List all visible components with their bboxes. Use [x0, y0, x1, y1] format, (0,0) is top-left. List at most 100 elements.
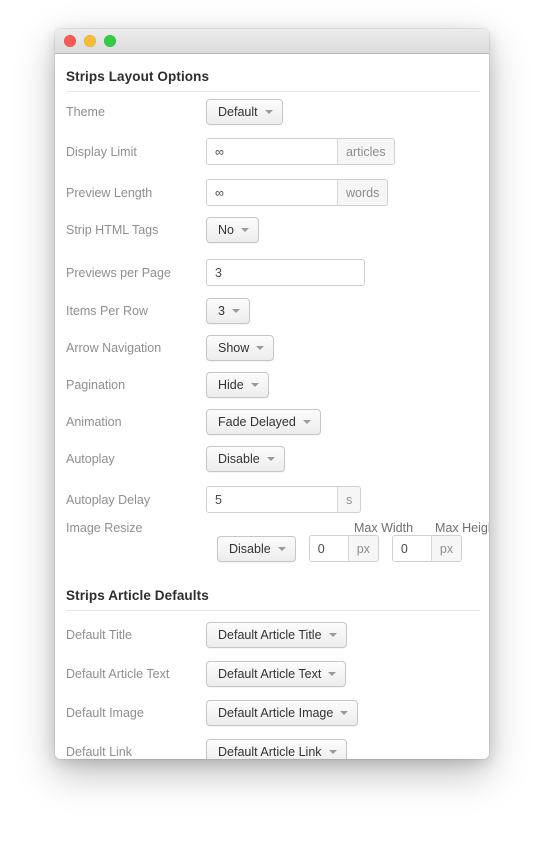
select-default-link-value: Default Article Link [218, 744, 322, 759]
input-group-autoplay-delay: 5 s [206, 486, 362, 513]
label-default-title: Default Title [66, 627, 133, 642]
label-autoplay-delay: Autoplay Delay [66, 492, 151, 507]
select-theme[interactable]: Default [206, 98, 283, 125]
row-default-title: Default Title Default Article Title [55, 619, 489, 650]
settings-content: Strips Layout Options Theme Default Disp… [55, 54, 489, 759]
select-pagination[interactable]: Hide [206, 371, 269, 398]
input-group-max-width: 0 px [308, 535, 379, 562]
minimize-window-icon[interactable] [84, 35, 96, 47]
label-pagination: Pagination [66, 377, 126, 392]
chevron-down-icon [256, 345, 265, 350]
section-divider-defaults [66, 610, 480, 611]
chevron-down-icon [240, 227, 249, 232]
window-titlebar [55, 29, 489, 54]
label-previews-per-page: Previews per Page [66, 265, 171, 280]
select-items-per-row[interactable]: 3 [206, 297, 250, 324]
input-display-limit[interactable]: ∞ [207, 139, 337, 164]
select-theme-value: Default [218, 104, 258, 119]
chevron-down-icon [302, 419, 311, 424]
select-arrow-navigation[interactable]: Show [206, 334, 275, 361]
label-max-height: Max Height [435, 521, 489, 535]
row-arrow-navigation: Arrow Navigation Show [55, 332, 489, 363]
label-theme: Theme [66, 104, 105, 119]
chevron-down-icon [266, 456, 275, 461]
select-image-resize-value: Disable [229, 541, 271, 556]
label-autoplay: Autoplay [66, 451, 115, 466]
select-animation[interactable]: Fade Delayed [206, 408, 321, 435]
row-default-article-text: Default Article Text Default Article Tex… [55, 658, 489, 689]
label-default-article-text: Default Article Text [66, 666, 170, 681]
input-max-height[interactable]: 0 [392, 536, 431, 561]
row-default-link: Default Link Default Article Link [55, 736, 489, 759]
select-animation-value: Fade Delayed [218, 414, 296, 429]
row-default-image: Default Image Default Article Image [55, 697, 489, 728]
select-items-per-row-value: 3 [218, 303, 225, 318]
close-window-icon[interactable] [64, 35, 76, 47]
chevron-down-icon [264, 109, 273, 114]
row-previews-per-page: Previews per Page 3 [55, 257, 489, 288]
select-arrow-navigation-value: Show [218, 340, 250, 355]
select-default-article-text-value: Default Article Text [218, 666, 322, 681]
label-animation: Animation [66, 414, 122, 429]
input-group-display-limit: ∞ articles [206, 138, 395, 165]
chevron-down-icon [328, 632, 337, 637]
select-strip-html-tags[interactable]: No [206, 216, 259, 243]
row-strip-html-tags: Strip HTML Tags No [55, 214, 489, 245]
input-group-preview-length: ∞ words [206, 179, 389, 206]
chevron-down-icon [328, 749, 337, 754]
section-title-article-defaults: Strips Article Defaults [66, 588, 209, 603]
chevron-down-icon [340, 710, 349, 715]
input-preview-length[interactable]: ∞ [207, 180, 337, 205]
input-autoplay-delay[interactable]: 5 [207, 487, 337, 512]
label-image-resize: Image Resize [66, 521, 143, 535]
unit-max-width: px [347, 536, 378, 561]
input-previews-per-page[interactable]: 3 [206, 259, 365, 286]
label-preview-length: Preview Length [66, 185, 153, 200]
row-pagination: Pagination Hide [55, 369, 489, 400]
label-arrow-navigation: Arrow Navigation [66, 340, 162, 355]
unit-display-limit: articles [337, 139, 394, 164]
row-image-resize: Image Resize Max Width Max Height Disabl… [55, 521, 489, 566]
app-window: Strips Layout Options Theme Default Disp… [55, 29, 489, 759]
label-default-image: Default Image [66, 705, 144, 720]
unit-preview-length: words [337, 180, 388, 205]
select-strip-html-tags-value: No [218, 222, 234, 237]
label-items-per-row: Items Per Row [66, 303, 148, 318]
select-default-article-text[interactable]: Default Article Text [206, 660, 347, 687]
unit-max-height: px [430, 536, 462, 561]
chevron-down-icon [277, 546, 286, 551]
section-divider-layout [66, 91, 480, 92]
chevron-down-icon [231, 308, 240, 313]
row-autoplay-delay: Autoplay Delay 5 s [55, 484, 489, 515]
label-strip-html-tags: Strip HTML Tags [66, 222, 159, 237]
section-strips-layout-options: Strips Layout Options Theme Default Disp… [55, 54, 489, 566]
image-resize-controls: Disable 0 px 0 px [206, 535, 489, 562]
row-autoplay: Autoplay Disable [55, 443, 489, 474]
select-default-title-value: Default Article Title [218, 627, 322, 642]
row-display-limit: Display Limit ∞ articles [55, 136, 489, 167]
maximize-window-icon[interactable] [104, 35, 116, 47]
row-animation: Animation Fade Delayed [55, 406, 489, 437]
select-autoplay-value: Disable [218, 451, 260, 466]
label-max-width: Max Width [354, 521, 414, 535]
input-max-width[interactable]: 0 [309, 536, 348, 561]
section-strips-article-defaults: Strips Article Defaults Default Title De… [55, 566, 489, 759]
row-theme: Theme Default [55, 96, 489, 127]
input-group-max-height: 0 px [391, 535, 463, 562]
traffic-light-buttons [64, 35, 116, 47]
row-preview-length: Preview Length ∞ words [55, 177, 489, 208]
select-default-image[interactable]: Default Article Image [206, 699, 359, 726]
select-default-title[interactable]: Default Article Title [206, 621, 347, 648]
chevron-down-icon [250, 382, 259, 387]
unit-autoplay-delay: s [337, 487, 361, 512]
select-pagination-value: Hide [218, 377, 244, 392]
row-items-per-row: Items Per Row 3 [55, 295, 489, 326]
select-image-resize[interactable]: Disable [217, 535, 296, 562]
label-default-link: Default Link [66, 744, 133, 759]
label-display-limit: Display Limit [66, 144, 137, 159]
select-autoplay[interactable]: Disable [206, 445, 285, 472]
image-resize-headers: Max Width Max Height [354, 521, 489, 535]
select-default-link[interactable]: Default Article Link [206, 738, 347, 759]
chevron-down-icon [328, 671, 337, 676]
section-title-layout-options: Strips Layout Options [66, 69, 210, 84]
